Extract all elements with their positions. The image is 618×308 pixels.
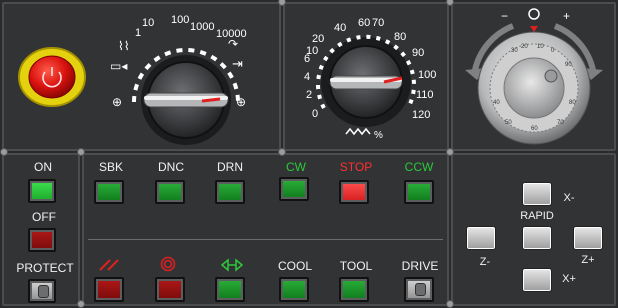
cycle-start-button[interactable]: [215, 277, 245, 302]
protect-label: PROTECT: [16, 261, 74, 275]
spindle-scale-80: 80: [394, 31, 406, 43]
handwheel-minus: −: [501, 9, 508, 23]
ccw-button[interactable]: [404, 180, 434, 204]
drive-key-switch[interactable]: [404, 277, 434, 302]
jog-rapid-label: RAPID: [520, 210, 554, 222]
screw: [77, 300, 85, 308]
handwheel-scale-80: 80: [569, 100, 576, 106]
handwheel-scale-20: 20: [521, 44, 528, 50]
spindle-scale-20: 20: [312, 33, 324, 45]
function-divider: [88, 239, 443, 240]
handwheel-scale-40: 40: [493, 100, 500, 106]
feed-scale-100: 100: [171, 14, 189, 26]
stop-label: STOP: [339, 160, 373, 174]
spindle-scale-4: 4: [304, 71, 310, 83]
feed-override-dial[interactable]: ▭◂ ⊕ ⇥ ⊕ ⌇⌇ ↷ 1 10 100 1000 10000: [104, 10, 274, 148]
handwheel-scale-70: 70: [557, 120, 564, 126]
key-icon: [415, 283, 426, 296]
cool-button[interactable]: [279, 277, 309, 302]
sbk-label: SBK: [98, 160, 123, 174]
spindle-scale-70: 70: [372, 17, 384, 29]
on-button[interactable]: [28, 179, 56, 203]
feed-scale-10: 10: [142, 17, 154, 29]
on-label: ON: [34, 160, 52, 174]
jog-x-plus-label: X+: [562, 273, 576, 285]
screw: [446, 300, 454, 308]
emergency-stop-button[interactable]: [18, 46, 88, 108]
handwheel-plus: +: [563, 9, 570, 23]
spindle-scale-10: 10: [306, 45, 318, 57]
spindle-scale-60: 60: [358, 17, 370, 29]
cycle-stop-button[interactable]: [155, 277, 185, 302]
function-panel: [82, 153, 449, 306]
feed-scale-1000: 1000: [190, 21, 214, 33]
tool-label: TOOL: [339, 259, 373, 273]
dnc-button[interactable]: [155, 180, 185, 204]
jog-z-minus-button[interactable]: [466, 226, 496, 250]
jog-x-minus-button[interactable]: [522, 182, 552, 206]
cool-label: COOL: [277, 259, 312, 273]
spindle-scale-120: 120: [412, 109, 430, 121]
protect-key-switch[interactable]: [28, 279, 56, 303]
spindle-wave-icon: [345, 127, 371, 136]
drive-label: DRIVE: [401, 259, 439, 273]
jog-rapid-button[interactable]: [522, 226, 552, 250]
cycle-start-icon: [220, 258, 244, 272]
handwheel[interactable]: − + 30 20 10 0 90 80 70 60 50 40: [453, 4, 615, 150]
spindle-scale-0: 0: [312, 108, 318, 120]
jog-z-plus-button[interactable]: [573, 226, 603, 250]
spindle-scale-40: 40: [334, 22, 346, 34]
jog-z-plus-label: Z+: [581, 254, 595, 266]
spindle-scale-100: 100: [418, 69, 436, 81]
spindle-unit: %: [374, 130, 383, 141]
sbk-button[interactable]: [94, 180, 124, 204]
cw-label: CW: [286, 160, 306, 174]
dnc-label: DNC: [158, 160, 184, 174]
off-button[interactable]: [28, 228, 56, 252]
rapid-icon: ▭◂: [110, 59, 127, 73]
handwheel-scale-10: 10: [537, 44, 544, 50]
drn-button[interactable]: [215, 180, 245, 204]
crosshair-icon: ⊕: [236, 95, 246, 109]
key-icon: [38, 285, 49, 298]
feed-scale-1: 1: [135, 27, 141, 39]
handwheel-scale-60: 60: [531, 126, 538, 132]
jog-z-minus-label: Z-: [479, 256, 491, 268]
feed-scale-10000: 10000: [216, 28, 247, 40]
spindle-scale-90: 90: [412, 47, 424, 59]
cw-button[interactable]: [279, 177, 309, 201]
tool-button[interactable]: [339, 277, 369, 302]
jump-arrow-icon: ⇥: [232, 56, 243, 71]
screw: [278, 148, 286, 156]
handwheel-icon: [528, 8, 540, 20]
ccw-label: CCW: [404, 160, 434, 174]
screw: [77, 148, 85, 156]
step-wave-icon: ⌇⌇: [118, 39, 130, 53]
handwheel-scale-90: 90: [565, 62, 572, 68]
feed-hold-button[interactable]: [94, 277, 124, 302]
spindle-override-dial[interactable]: 0 2 4 6 10 20 40 60 70 80 90 100 110 120…: [286, 10, 446, 148]
jog-x-minus-label: X-: [563, 192, 575, 204]
spindle-scale-2: 2: [306, 89, 312, 101]
cycle-stop-icon: [160, 256, 176, 272]
screw: [0, 148, 8, 156]
stop-button[interactable]: [339, 180, 369, 204]
handwheel-scale-30: 30: [511, 48, 518, 54]
handwheel-scale-50: 50: [505, 120, 512, 126]
jog-x-plus-button[interactable]: [522, 268, 552, 292]
crosshair-icon: ⊕: [112, 95, 122, 109]
feed-hold-icon: [99, 259, 119, 271]
drn-label: DRN: [217, 160, 243, 174]
spindle-scale-110: 110: [416, 89, 434, 101]
off-label: OFF: [32, 210, 56, 224]
